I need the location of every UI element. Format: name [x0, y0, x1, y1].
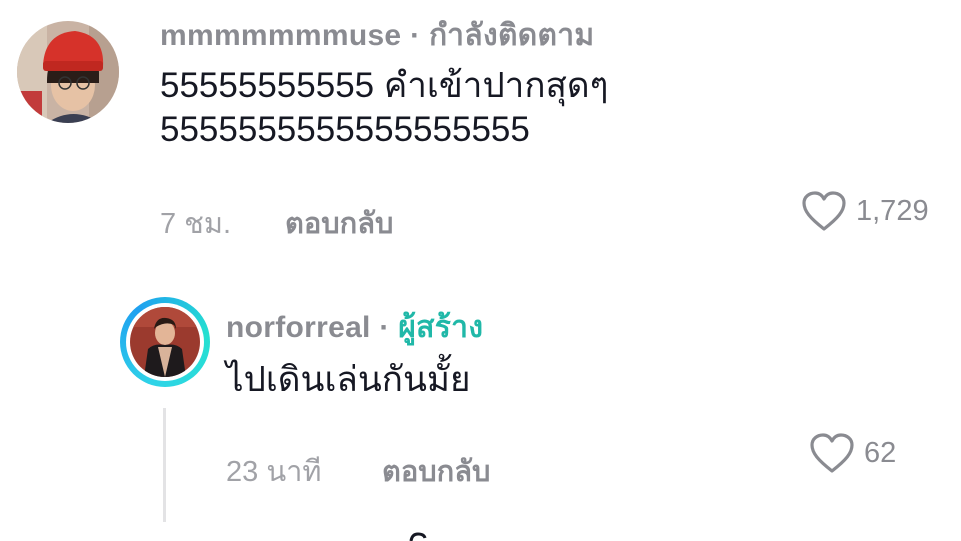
separator: · [410, 19, 421, 52]
avatar [126, 303, 204, 381]
username[interactable]: norforreal [226, 311, 371, 344]
heart-outline-icon [810, 433, 854, 473]
following-status: กำลังติดตาม [429, 19, 595, 52]
thread-connector [163, 408, 166, 522]
cut-off-text-fragment [409, 532, 427, 541]
reply-button[interactable]: ตอบกลับ [382, 448, 490, 494]
heart-outline-icon [802, 191, 846, 231]
like-count: 62 [864, 436, 897, 469]
comment-time: 7 ชม. [160, 208, 232, 240]
comment-header: mmmmmmmuse · กำลังติดตาม [160, 12, 595, 59]
creator-badge: ผู้สร้าง [398, 311, 484, 344]
comment-text-line: 5555555555555555555 [160, 110, 530, 149]
comment-time: 23 นาที [226, 456, 322, 488]
like-button[interactable]: 1,729 [800, 189, 929, 233]
avatar-image [130, 307, 200, 377]
comment-text: ไปเดินเล่นกันมั้ย [226, 358, 470, 402]
separator: · [379, 311, 390, 344]
comment-text: 55555555555 คำเข้าปากสุดๆ 55555555555555… [160, 64, 608, 152]
username[interactable]: mmmmmmmuse [160, 19, 401, 52]
like-button[interactable]: 62 [808, 431, 896, 475]
comment-text-line: ไปเดินเล่นกันมั้ย [226, 360, 471, 399]
avatar[interactable] [17, 21, 119, 123]
avatar-image [17, 21, 119, 123]
reply-header: norforreal · ผู้สร้าง [226, 304, 483, 351]
comment-text-line: 55555555555 คำเข้าปากสุดๆ [160, 66, 609, 105]
like-count: 1,729 [856, 194, 929, 227]
reply-button[interactable]: ตอบกลับ [285, 200, 393, 246]
avatar-story-ring[interactable] [120, 297, 210, 387]
